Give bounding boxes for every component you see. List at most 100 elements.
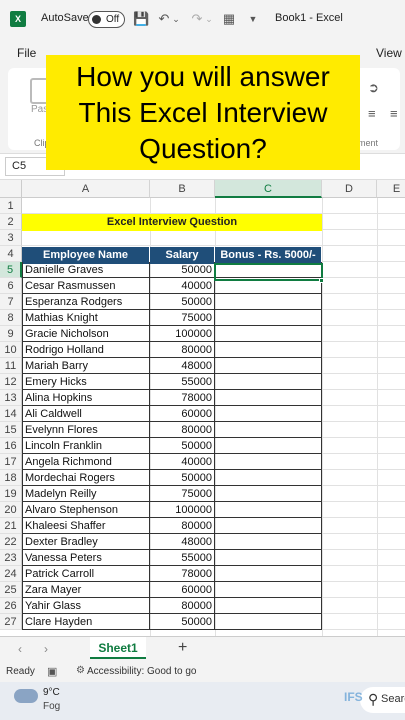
employee-name-cell[interactable]: Danielle Graves xyxy=(22,262,150,278)
bonus-cell[interactable] xyxy=(215,422,322,438)
bonus-cell[interactable] xyxy=(215,326,322,342)
add-sheet-button[interactable]: + xyxy=(178,639,187,657)
redo-dropdown-icon[interactable]: ⌄ xyxy=(204,11,214,27)
bonus-cell[interactable] xyxy=(215,294,322,310)
row-header[interactable]: 13 xyxy=(0,390,22,406)
salary-cell[interactable]: 78000 xyxy=(150,566,215,582)
employee-name-cell[interactable]: Esperanza Rodgers xyxy=(22,294,150,310)
row-header[interactable]: 6 xyxy=(0,278,22,294)
salary-cell[interactable]: 78000 xyxy=(150,390,215,406)
tab-sheet1[interactable]: Sheet1 xyxy=(90,637,146,659)
row-header[interactable]: 3 xyxy=(0,230,22,246)
select-all-corner[interactable] xyxy=(0,180,22,198)
row-header[interactable]: 8 xyxy=(0,310,22,326)
customize-toolbar-icon[interactable]: ▼ xyxy=(245,11,261,27)
salary-cell[interactable]: 60000 xyxy=(150,582,215,598)
menu-view[interactable]: View xyxy=(376,46,402,60)
employee-name-cell[interactable]: Dexter Bradley xyxy=(22,534,150,550)
employee-name-cell[interactable]: Alina Hopkins xyxy=(22,390,150,406)
bonus-cell[interactable] xyxy=(215,342,322,358)
salary-cell[interactable]: 50000 xyxy=(150,614,215,630)
employee-name-cell[interactable]: Vanessa Peters xyxy=(22,550,150,566)
autosave-toggle[interactable]: Off xyxy=(88,11,125,28)
row-header[interactable]: 11 xyxy=(0,358,22,374)
menu-file[interactable]: File xyxy=(17,46,36,60)
bonus-cell[interactable] xyxy=(215,406,322,422)
column-header-b[interactable]: B xyxy=(150,180,215,198)
column-header-e[interactable]: E xyxy=(377,180,405,198)
row-header[interactable]: 12 xyxy=(0,374,22,390)
salary-cell[interactable]: 50000 xyxy=(150,294,215,310)
bonus-cell[interactable] xyxy=(215,518,322,534)
employee-name-cell[interactable]: Angela Richmond xyxy=(22,454,150,470)
employee-name-cell[interactable]: Khaleesi Shaffer xyxy=(22,518,150,534)
salary-cell[interactable]: 80000 xyxy=(150,342,215,358)
active-cell-c5[interactable] xyxy=(214,263,323,281)
employee-name-cell[interactable]: Evelynn Flores xyxy=(22,422,150,438)
decrease-indent-icon[interactable]: ≡ xyxy=(368,106,376,121)
banner-cell[interactable]: Excel Interview Question xyxy=(22,214,322,231)
save-icon[interactable]: 💾 xyxy=(133,11,149,27)
employee-name-cell[interactable]: Mordechai Rogers xyxy=(22,470,150,486)
salary-cell[interactable]: 100000 xyxy=(150,502,215,518)
employee-name-cell[interactable]: Patrick Carroll xyxy=(22,566,150,582)
row-header[interactable]: 25 xyxy=(0,582,22,598)
salary-cell[interactable]: 40000 xyxy=(150,278,215,294)
employee-name-cell[interactable]: Madelyn Reilly xyxy=(22,486,150,502)
employee-name-cell[interactable]: Mathias Knight xyxy=(22,310,150,326)
employee-name-cell[interactable]: Gracie Nicholson xyxy=(22,326,150,342)
bonus-cell[interactable] xyxy=(215,598,322,614)
salary-cell[interactable]: 50000 xyxy=(150,438,215,454)
column-header-a[interactable]: A xyxy=(22,180,150,198)
bonus-cell[interactable] xyxy=(215,310,322,326)
bonus-cell[interactable] xyxy=(215,470,322,486)
bonus-cell[interactable] xyxy=(215,486,322,502)
redo-icon[interactable]: ↷ xyxy=(189,11,205,27)
weather-cloud-icon[interactable] xyxy=(14,689,38,703)
row-header[interactable]: 5 xyxy=(0,262,22,278)
bonus-cell[interactable] xyxy=(215,438,322,454)
salary-cell[interactable]: 55000 xyxy=(150,374,215,390)
salary-cell[interactable]: 40000 xyxy=(150,454,215,470)
salary-cell[interactable]: 48000 xyxy=(150,358,215,374)
table-icon[interactable]: ▦ xyxy=(221,11,237,27)
employee-name-cell[interactable]: Lincoln Franklin xyxy=(22,438,150,454)
bonus-cell[interactable] xyxy=(215,614,322,630)
employee-name-cell[interactable]: Ali Caldwell xyxy=(22,406,150,422)
row-header[interactable]: 7 xyxy=(0,294,22,310)
bonus-cell[interactable] xyxy=(215,390,322,406)
salary-cell[interactable]: 50000 xyxy=(150,262,215,278)
salary-cell[interactable]: 55000 xyxy=(150,550,215,566)
employee-name-cell[interactable]: Emery Hicks xyxy=(22,374,150,390)
bonus-cell[interactable] xyxy=(215,374,322,390)
next-sheet-icon[interactable]: › xyxy=(44,642,48,656)
employee-name-cell[interactable]: Mariah Barry xyxy=(22,358,150,374)
increase-indent-icon[interactable]: ≡ xyxy=(390,106,398,121)
row-header[interactable]: 27 xyxy=(0,614,22,630)
macro-recording-icon[interactable]: ▣ xyxy=(47,665,57,678)
bonus-cell[interactable] xyxy=(215,582,322,598)
row-header[interactable]: 14 xyxy=(0,406,22,422)
bonus-cell[interactable] xyxy=(215,534,322,550)
salary-cell[interactable]: 75000 xyxy=(150,486,215,502)
row-header[interactable]: 1 xyxy=(0,198,22,214)
column-header-d[interactable]: D xyxy=(322,180,377,198)
column-header-c[interactable]: C xyxy=(215,180,322,198)
prev-sheet-icon[interactable]: ‹ xyxy=(18,642,22,656)
bonus-cell[interactable] xyxy=(215,454,322,470)
row-header[interactable]: 26 xyxy=(0,598,22,614)
employee-name-cell[interactable]: Rodrigo Holland xyxy=(22,342,150,358)
employee-name-cell[interactable]: Clare Hayden xyxy=(22,614,150,630)
row-header[interactable]: 4 xyxy=(0,246,22,262)
row-header[interactable]: 9 xyxy=(0,326,22,342)
salary-cell[interactable]: 75000 xyxy=(150,310,215,326)
bonus-cell[interactable] xyxy=(215,358,322,374)
bonus-cell[interactable] xyxy=(215,566,322,582)
row-header[interactable]: 22 xyxy=(0,534,22,550)
fill-handle[interactable] xyxy=(319,278,324,283)
salary-cell[interactable]: 50000 xyxy=(150,470,215,486)
row-header[interactable]: 23 xyxy=(0,550,22,566)
orientation-icon[interactable]: ➲ xyxy=(368,80,379,96)
row-header[interactable]: 17 xyxy=(0,454,22,470)
salary-cell[interactable]: 100000 xyxy=(150,326,215,342)
